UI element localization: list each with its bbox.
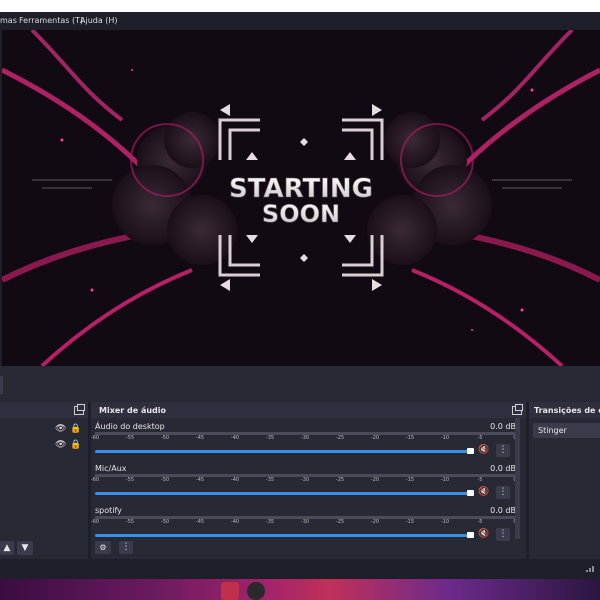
- audio-mixer-title: Mixer de áudio: [99, 406, 167, 415]
- undock-icon[interactable]: [512, 404, 523, 415]
- meter-tick-label: -50: [160, 477, 170, 483]
- meter-ticks: -60-55-50-45-40-35-30-25-20-15-10-50: [91, 519, 517, 527]
- meter-tick-label: -20: [370, 477, 380, 483]
- soon-text: SOON: [262, 200, 340, 228]
- channel-menu-button[interactable]: ⋮: [496, 486, 510, 499]
- sources-panel-header: [0, 402, 88, 418]
- channel-name: Áudio do desktop: [95, 422, 165, 431]
- meter-ticks: -60-55-50-45-40-35-30-25-20-15-10-50: [91, 477, 517, 485]
- meter-tick-label: -10: [440, 519, 450, 525]
- meter-tick-label: -25: [335, 519, 345, 525]
- volume-slider-knob[interactable]: [467, 532, 474, 538]
- visibility-eye-icon[interactable]: 👁: [55, 424, 66, 434]
- mixer-scrollbar[interactable]: [515, 418, 520, 539]
- audio-mixer-panel: Mixer de áudio Áudio do desktop 0.0 dB -…: [91, 402, 526, 559]
- meter-tick-label: -35: [265, 519, 275, 525]
- meter-tick-label: -40: [230, 477, 240, 483]
- mixer-menu-button[interactable]: ⋮: [119, 541, 133, 554]
- volume-slider-knob[interactable]: [467, 448, 474, 454]
- scene-transitions-header: Transições de cena: [529, 402, 600, 418]
- signal-strength-icon: [586, 566, 594, 572]
- move-down-button[interactable]: ▼: [17, 541, 33, 555]
- menu-item-ajuda[interactable]: Ajuda (H): [80, 16, 118, 25]
- menu-item-ferramentas[interactable]: Ferramentas (T): [19, 16, 83, 25]
- meter-tick-label: -60: [91, 519, 100, 525]
- volume-meter: [95, 432, 515, 435]
- window-top-edge: [0, 0, 600, 12]
- meter-tick-label: -20: [370, 435, 380, 441]
- meter-tick-label: -50: [160, 435, 170, 441]
- preview-controls-strip: [0, 366, 600, 402]
- meter-tick-label: -30: [300, 477, 310, 483]
- scene-transitions-panel: Transições de cena Stinger: [529, 402, 600, 559]
- meter-tick-label: -50: [160, 519, 170, 525]
- meter-tick-label: -45: [195, 477, 205, 483]
- move-up-button[interactable]: ▲: [0, 541, 14, 555]
- audio-mixer-header: Mixer de áudio: [91, 402, 526, 418]
- volume-meter: [95, 516, 515, 519]
- meter-tick-label: -60: [91, 435, 100, 441]
- volume-slider[interactable]: [95, 450, 469, 453]
- meter-tick-label: -25: [335, 435, 345, 441]
- lock-icon[interactable]: 🔒: [70, 424, 81, 434]
- meter-tick-label: -5: [477, 435, 483, 441]
- meter-tick-label: -55: [125, 519, 135, 525]
- advanced-audio-settings-button[interactable]: ⚙: [95, 541, 111, 554]
- sources-panel: 👁 🔒 👁 🔒: [0, 402, 88, 559]
- meter-tick-label: -15: [405, 435, 415, 441]
- transition-select[interactable]: Stinger: [533, 423, 600, 438]
- meter-ticks: -60-55-50-45-40-35-30-25-20-15-10-50: [91, 435, 517, 443]
- channel-menu-button[interactable]: ⋮: [496, 528, 510, 541]
- lock-icon[interactable]: 🔒: [70, 440, 81, 450]
- meter-tick-label: -5: [477, 477, 483, 483]
- meter-tick-label: -30: [300, 435, 310, 441]
- obs-app-icon[interactable]: [247, 582, 265, 600]
- meter-tick-label: -55: [125, 477, 135, 483]
- meter-tick-label: -5: [477, 519, 483, 525]
- meter-tick-label: -55: [125, 435, 135, 441]
- taskbar: [0, 579, 600, 600]
- channel-db: 0.0 dB: [490, 464, 516, 473]
- meter-tick-label: -35: [265, 477, 275, 483]
- mute-icon[interactable]: 🔇: [478, 529, 489, 539]
- volume-slider-knob[interactable]: [467, 490, 474, 496]
- undock-icon[interactable]: [74, 404, 85, 415]
- menu-item-ferramentas-partial[interactable]: mas: [0, 16, 17, 25]
- meter-tick-label: -40: [230, 435, 240, 441]
- meter-tick-label: -25: [335, 477, 345, 483]
- channel-db: 0.0 dB: [490, 422, 516, 431]
- channel-name: spotify: [95, 506, 122, 515]
- transition-select-value: Stinger: [538, 426, 567, 435]
- channel-name: Mic/Aux: [95, 464, 127, 473]
- meter-tick-label: -45: [195, 435, 205, 441]
- scene-transitions-title: Transições de cena: [534, 406, 600, 415]
- mute-icon[interactable]: 🔇: [478, 487, 489, 497]
- status-bar: [0, 559, 600, 579]
- volume-meter: [95, 474, 515, 477]
- strip-button-edge[interactable]: [0, 376, 3, 394]
- volume-slider[interactable]: [95, 534, 469, 537]
- visibility-eye-icon[interactable]: 👁: [55, 440, 66, 450]
- meter-tick-label: -30: [300, 519, 310, 525]
- meter-tick-label: -20: [370, 519, 380, 525]
- meter-tick-label: -15: [405, 519, 415, 525]
- app-icon-recording[interactable]: [221, 582, 239, 600]
- meter-tick-label: -45: [195, 519, 205, 525]
- meter-tick-label: -10: [440, 435, 450, 441]
- meter-tick-label: -10: [440, 477, 450, 483]
- meter-tick-label: -35: [265, 435, 275, 441]
- channel-menu-button[interactable]: ⋮: [496, 444, 510, 457]
- starting-soon-scene: STARTING SOON: [2, 30, 600, 366]
- channel-db: 0.0 dB: [490, 506, 516, 515]
- meter-tick-label: -15: [405, 477, 415, 483]
- program-preview[interactable]: STARTING SOON: [2, 30, 600, 366]
- menu-bar: mas Ferramentas (T) Ajuda (H): [0, 12, 600, 29]
- meter-tick-label: -60: [91, 477, 100, 483]
- meter-tick-label: -40: [230, 519, 240, 525]
- volume-slider[interactable]: [95, 492, 469, 495]
- mute-icon[interactable]: 🔇: [478, 445, 489, 455]
